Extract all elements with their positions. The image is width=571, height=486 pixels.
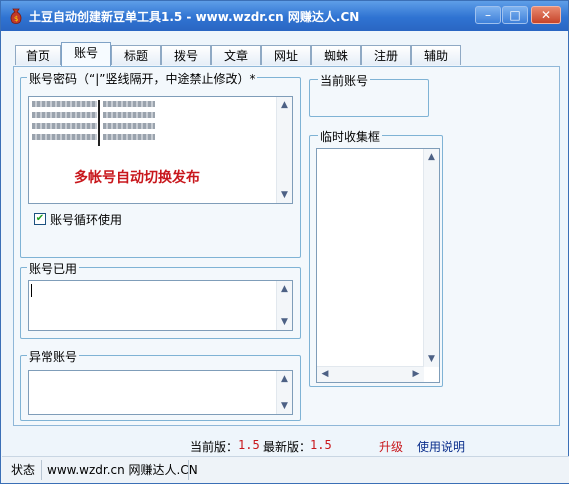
abnormal-textarea-scrollbar[interactable]: ▲ ▼ (276, 371, 292, 414)
loop-checkbox[interactable]: ✔ (34, 213, 46, 225)
maximize-button[interactable]: □ (502, 6, 528, 24)
manual-link[interactable]: 使用说明 (417, 438, 465, 455)
collect-vertical-scrollbar[interactable]: ▲ ▼ (423, 149, 439, 367)
scroll-up-icon[interactable]: ▲ (424, 149, 439, 165)
tab-register[interactable]: 注册 (361, 45, 411, 65)
close-button[interactable]: ✕ (531, 6, 561, 24)
account-password-group: 账号密码（“|”竖线隔开，中途禁止修改）* 多帐号自动切换发布 ▲ ▼ ✔ 账号… (20, 70, 301, 258)
current-account-group: 当前账号 (309, 72, 429, 117)
status-bar: 状态 www.wzdr.cn 网赚达人.CN (2, 456, 569, 483)
scroll-down-icon[interactable]: ▼ (424, 351, 439, 367)
scroll-down-icon[interactable]: ▼ (277, 314, 292, 330)
title-bar[interactable]: $ 土豆自动创建新豆单工具1.5 - www.wzdr.cn 网赚达人.CN –… (1, 1, 568, 31)
loop-checkbox-label: 账号循环使用 (50, 213, 123, 227)
temp-collect-textarea[interactable]: ▲ ▼ ◀ ▶ (316, 148, 440, 383)
tab-panel-account: 账号密码（“|”竖线隔开，中途禁止修改）* 多帐号自动切换发布 ▲ ▼ ✔ 账号… (13, 66, 560, 426)
tab-assist[interactable]: 辅助 (411, 45, 461, 65)
collect-horizontal-scrollbar[interactable]: ◀ ▶ (317, 366, 424, 382)
used-textarea-scrollbar[interactable]: ▲ ▼ (276, 281, 292, 330)
scroll-up-icon[interactable]: ▲ (277, 97, 292, 113)
tab-article[interactable]: 文章 (211, 45, 261, 65)
status-label: 状态 (11, 463, 36, 477)
abnormal-account-textarea[interactable]: ▲ ▼ (28, 370, 293, 415)
svg-text:$: $ (14, 15, 18, 23)
current-version-value: 1.5 (238, 438, 260, 452)
used-account-group: 账号已用 ▲ ▼ (20, 260, 301, 339)
latest-version-label: 最新版： (263, 440, 312, 454)
current-version-label: 当前版： (190, 440, 239, 454)
latest-version-value: 1.5 (310, 438, 332, 452)
used-account-textarea[interactable]: ▲ ▼ (28, 280, 293, 331)
scroll-right-icon[interactable]: ▶ (408, 367, 424, 382)
tab-url[interactable]: 网址 (261, 45, 311, 65)
abnormal-account-group: 异常账号 ▲ ▼ (20, 348, 301, 421)
tab-spider[interactable]: 蜘蛛 (311, 45, 361, 65)
text-cursor (31, 284, 32, 297)
tab-dial[interactable]: 拨号 (161, 45, 211, 65)
minimize-button[interactable]: – (475, 6, 501, 24)
temp-collect-group: 临时收集框 ▲ ▼ ◀ ▶ (309, 128, 443, 387)
account-password-textarea[interactable]: 多帐号自动切换发布 ▲ ▼ (28, 96, 293, 204)
tab-home[interactable]: 首页 (15, 45, 61, 65)
scroll-down-icon[interactable]: ▼ (277, 187, 292, 203)
abnormal-account-label: 异常账号 (27, 348, 80, 365)
upgrade-link[interactable]: 升级 (379, 438, 403, 455)
window-title: 土豆自动创建新豆单工具1.5 - www.wzdr.cn 网赚达人.CN (29, 10, 360, 24)
app-icon: $ (10, 8, 22, 24)
current-account-label: 当前账号 (318, 72, 371, 89)
scroll-up-icon[interactable]: ▲ (277, 371, 292, 387)
scroll-up-icon[interactable]: ▲ (277, 281, 292, 297)
scroll-left-icon[interactable]: ◀ (317, 367, 333, 382)
tab-title[interactable]: 标题 (111, 45, 161, 65)
account-password-label: 账号密码（“|”竖线隔开，中途禁止修改）* (27, 70, 258, 87)
tab-account[interactable]: 账号 (61, 42, 111, 66)
status-site-text: www.wzdr.cn 网赚达人.CN (47, 463, 198, 477)
account-textarea-scrollbar[interactable]: ▲ ▼ (276, 97, 292, 203)
main-window: $ 土豆自动创建新豆单工具1.5 - www.wzdr.cn 网赚达人.CN –… (0, 0, 569, 484)
used-account-label: 账号已用 (27, 260, 80, 277)
temp-collect-label: 临时收集框 (318, 128, 383, 145)
scroll-down-icon[interactable]: ▼ (277, 398, 292, 414)
multi-account-notice: 多帐号自动切换发布 (74, 170, 200, 186)
